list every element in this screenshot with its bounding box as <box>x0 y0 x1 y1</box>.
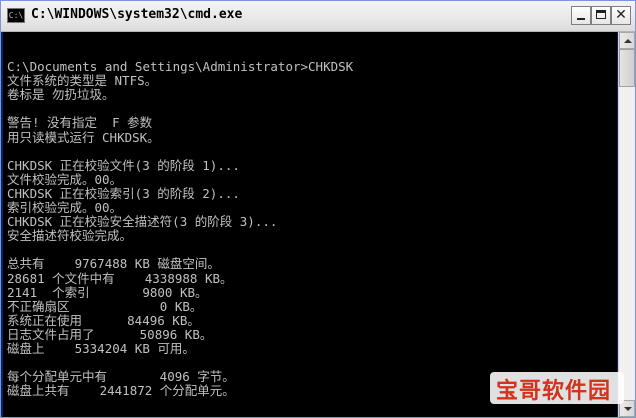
window-title: C:\WINDOWS\system32\cmd.exe <box>31 7 243 22</box>
console-text: C:\Documents and Settings\Administrator>… <box>7 46 353 398</box>
console-line: 每个分配单元中有 4096 字节。 <box>7 369 235 385</box>
console-line: 文件校验完成。00。 <box>7 171 123 187</box>
maximize-icon <box>596 10 606 19</box>
scroll-thumb[interactable] <box>619 49 635 87</box>
close-icon: ✕ <box>615 7 627 23</box>
arrow-up-icon <box>624 39 632 43</box>
console-line: 警告! 没有指定 F 参数 <box>7 115 153 131</box>
watermark-logo: 宝哥软件园 <box>490 372 624 404</box>
console-line: 文件系统的类型是 NTFS。 <box>7 73 158 89</box>
title-bar[interactable]: C:\ C:\WINDOWS\system32\cmd.exe ✕ <box>1 1 635 32</box>
console-line: 索引校验完成。00。 <box>7 200 123 216</box>
scroll-up-button[interactable] <box>619 32 635 49</box>
console-line: 磁盘上共有 2441872 个分配单元。 <box>7 383 235 399</box>
console-line: 总共有 9767488 KB 磁盘空间。 <box>7 256 220 272</box>
console-line: CHKDSK 正在校验安全描述符(3 的阶段 3)... <box>7 214 278 230</box>
console-line: 系统正在使用 84496 KB。 <box>7 312 200 328</box>
console-line: 卷标是 勿扔垃圾。 <box>7 87 115 103</box>
console-line: CHKDSK 正在校验索引(3 的阶段 2)... <box>7 185 240 201</box>
arrow-down-icon <box>624 407 632 411</box>
vertical-scrollbar[interactable] <box>618 32 635 417</box>
minimize-icon <box>577 18 585 20</box>
console-line: 安全描述符校验完成。 <box>7 228 133 244</box>
console-window: C:\ C:\WINDOWS\system32\cmd.exe ✕ C:\Doc… <box>0 0 636 418</box>
console-line: C:\Documents and Settings\Administrator>… <box>7 59 354 75</box>
watermark-text: 宝哥软件园 <box>496 379 612 404</box>
cmd-icon[interactable]: C:\ <box>7 8 25 23</box>
close-button[interactable]: ✕ <box>611 6 631 25</box>
console-line: 2141 个索引 9800 KB。 <box>7 284 208 300</box>
console-output[interactable]: C:\Documents and Settings\Administrator>… <box>3 32 617 417</box>
console-line: 不正确扇区 0 KB。 <box>7 298 203 314</box>
console-line: 磁盘上 5334204 KB 可用。 <box>7 340 195 356</box>
console-line: 日志文件占用了 50896 KB。 <box>7 326 213 342</box>
console-line: CHKDSK 正在校验文件(3 的阶段 1)... <box>7 157 240 173</box>
maximize-button[interactable] <box>591 6 611 25</box>
console-line: 28681 个文件中有 4338988 KB。 <box>7 270 233 286</box>
console-line: 用只读模式运行 CHKDSK。 <box>7 129 160 145</box>
minimize-button[interactable] <box>571 6 591 25</box>
